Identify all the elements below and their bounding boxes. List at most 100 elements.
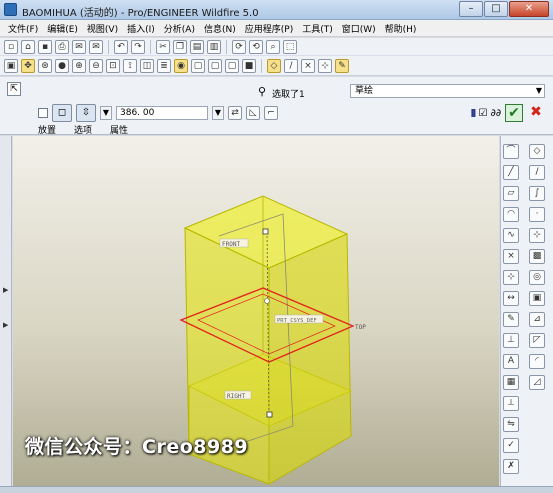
mirror-icon[interactable]: ⇋ [503,417,519,432]
ok-button[interactable]: ✔ [505,104,523,122]
datum-curve-icon[interactable]: ∫ [529,186,545,201]
flip-direction-icon[interactable]: ⇄ [228,106,242,120]
depth-input[interactable]: 386. 00 [116,106,208,120]
csys-icon[interactable]: ⊹ [318,58,332,73]
draft-icon[interactable]: ◸ [529,333,545,348]
hole-icon[interactable]: ◎ [529,270,545,285]
shell-icon[interactable]: ▣ [529,291,545,306]
layers-icon[interactable]: ≣ [157,58,171,73]
datum-plane-icon[interactable]: ◇ [529,144,545,159]
save-icon[interactable]: ▪ [38,39,52,54]
copy-icon[interactable]: ❐ [173,39,187,54]
dimension-icon[interactable]: ↔ [503,291,519,306]
sketch-tools-column: ⌒ ╱ ▱ ◠ ∿ × ⊹ ↔ ✎ ⊥ A ▦ ⟂ ⇋ ✓ ✗ [503,144,523,474]
expand-arrow-icon[interactable]: ▶ [3,321,8,329]
model-tree-collapsed[interactable]: ▶ ▶ [0,136,12,486]
window-controls: – □ ✕ [459,1,549,17]
menu-window[interactable]: 窗口(W) [342,22,376,35]
rib-icon[interactable]: ⊿ [529,312,545,327]
palette-icon[interactable]: ▦ [503,375,519,390]
tab-options[interactable]: 选项 [74,123,92,136]
graphics-window[interactable]: FRONT RIGHT TOP PRT_CSYS_DEF 微信公众号：Creo8… [13,136,499,486]
menu-edit[interactable]: 编辑(E) [47,22,78,35]
cancel-button[interactable]: ✖ [527,104,545,122]
reorient-icon[interactable]: ⟟ [123,58,137,73]
menu-insert[interactable]: 插入(I) [127,22,155,35]
solid-button[interactable]: ◻ [52,104,72,122]
open-icon[interactable]: ⌂ [21,39,35,54]
undo-icon[interactable]: ↶ [114,39,128,54]
datum-planes-icon[interactable]: ◇ [267,58,281,73]
new-icon[interactable]: ▫ [4,39,18,54]
annotations-icon[interactable]: ✎ [335,58,349,73]
hidden-line-icon[interactable]: ▢ [208,58,222,73]
refit-icon[interactable]: ⊡ [106,58,120,73]
menu-analysis[interactable]: 分析(A) [164,22,195,35]
email-link-icon[interactable]: ✉ [89,39,103,54]
regenerate-icon[interactable]: ⟳ [232,39,246,54]
email-icon[interactable]: ✉ [72,39,86,54]
shading-icon[interactable]: ● [55,58,69,73]
zoom-in-icon[interactable]: ⊕ [72,58,86,73]
find-icon[interactable]: ⌕ [266,39,280,54]
analysis-icon[interactable]: ▩ [529,249,545,264]
modify-icon[interactable]: ✎ [503,312,519,327]
datum-points-icon[interactable]: × [301,58,315,73]
cut-icon[interactable]: ✂ [156,39,170,54]
round-icon[interactable]: ◜ [529,354,545,369]
paste-icon[interactable]: ▤ [190,39,204,54]
quit-icon[interactable]: ✗ [503,459,519,474]
wireframe-icon[interactable]: ▢ [191,58,205,73]
saved-views-icon[interactable]: ◫ [140,58,154,73]
orient-mode-icon[interactable]: ⊛ [38,58,52,73]
text-icon[interactable]: A [503,354,519,369]
pause-button[interactable]: II [470,107,476,120]
spin-center-icon[interactable]: ✥ [21,58,35,73]
preview-toggle[interactable]: ☑ ∂∂ [479,108,502,119]
maximize-button[interactable]: □ [484,1,508,17]
datum-axis-icon[interactable]: / [529,165,545,180]
expand-arrow-icon[interactable]: ▶ [3,286,8,294]
constraints-icon[interactable]: ⊥ [503,333,519,348]
redo-icon[interactable]: ↷ [131,39,145,54]
csys-tool-icon[interactable]: ⊹ [529,228,545,243]
remove-material-icon[interactable]: ◺ [246,106,260,120]
menu-info[interactable]: 信息(N) [204,22,236,35]
view-manager-icon[interactable]: ◉ [174,58,188,73]
select-box-icon[interactable]: ⬚ [283,39,297,54]
print-icon[interactable]: ⎙ [55,39,69,54]
depth-option-dropdown[interactable]: ▼ [100,106,112,120]
centerline-icon[interactable]: ⊹ [503,270,519,285]
surface-checkbox[interactable] [38,108,48,118]
zoom-out-icon[interactable]: ⊖ [89,58,103,73]
arc-icon[interactable]: ◠ [503,207,519,222]
regenerate-manager-icon[interactable]: ⟲ [249,39,263,54]
close-button[interactable]: ✕ [509,1,549,17]
menu-view[interactable]: 视图(V) [87,22,118,35]
tab-properties[interactable]: 属性 [110,123,128,136]
menu-applications[interactable]: 应用程序(P) [245,22,293,35]
paste-special-icon[interactable]: ▥ [207,39,221,54]
minimize-button[interactable]: – [459,1,483,17]
depth-option-button[interactable]: ⇳ [76,104,96,122]
no-hidden-icon[interactable]: ▢ [225,58,239,73]
tab-placement[interactable]: 放置 [38,123,56,136]
done-icon[interactable]: ✓ [503,438,519,453]
shaded-icon[interactable]: ■ [242,58,256,73]
menu-help[interactable]: 帮助(H) [385,22,417,35]
thicken-icon[interactable]: ⌐ [264,106,278,120]
depth-value-dropdown[interactable]: ▼ [212,106,224,120]
chamfer-icon[interactable]: ◿ [529,375,545,390]
line-icon[interactable]: ╱ [503,165,519,180]
sketch-select[interactable]: 草绘 ▼ [350,84,545,98]
menu-tools[interactable]: 工具(T) [302,22,333,35]
spline-icon[interactable]: ∿ [503,228,519,243]
repaint-icon[interactable]: ▣ [4,58,18,73]
trim-icon[interactable]: ⟂ [503,396,519,411]
sketch-options-icon[interactable]: ⌒ [503,144,519,159]
datum-point-icon[interactable]: · [529,207,545,222]
menu-file[interactable]: 文件(F) [8,22,38,35]
datum-axes-icon[interactable]: / [284,58,298,73]
point-icon[interactable]: × [503,249,519,264]
rectangle-icon[interactable]: ▱ [503,186,519,201]
